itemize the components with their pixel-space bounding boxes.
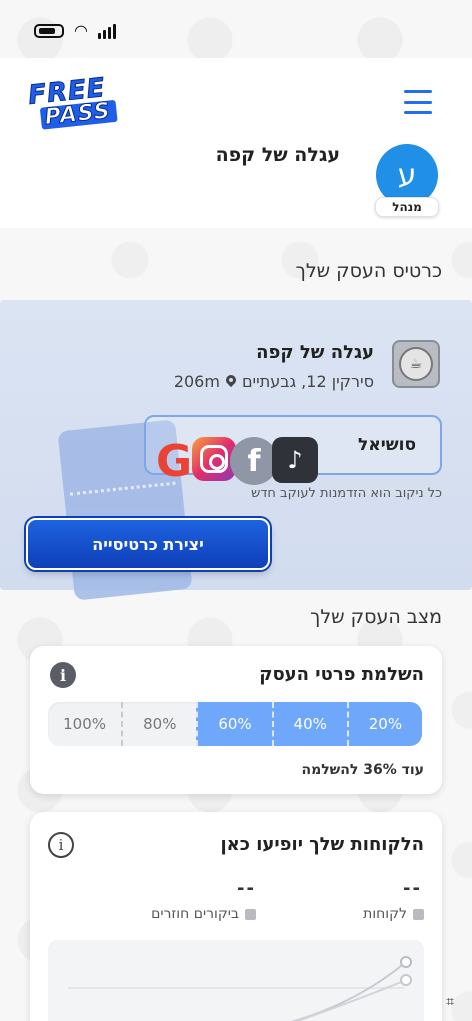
- legend-returning: ביקורים חוזרים: [151, 906, 256, 922]
- progress-step: 20%: [346, 702, 422, 746]
- info-outline-icon[interactable]: i: [48, 832, 74, 858]
- customers-card: הלקוחות שלך יופיעו כאן i -- -- לקוחות בי…: [30, 812, 442, 1021]
- status-bar: ◠: [34, 20, 154, 42]
- completion-note: עוד 36% להשלמה: [301, 762, 424, 778]
- avatar-letter: ע: [397, 157, 417, 193]
- progress-step: 40%: [271, 702, 347, 746]
- role-badge: מנהל: [375, 197, 439, 217]
- scan-icon[interactable]: ⌗: [438, 990, 462, 1014]
- social-label: סושיאל: [358, 435, 416, 455]
- completion-progress-bar: 20% 40% 60% 80% 100%: [48, 702, 422, 746]
- business-card-panel: ☕ עגלה של קפה סירקין 12, גבעתיים 206m סו…: [0, 300, 472, 601]
- facebook-icon[interactable]: f: [230, 437, 278, 485]
- legend-label: לקוחות: [363, 906, 407, 922]
- business-status-section-title: מצב העסק שלך: [310, 606, 442, 628]
- returning-visits-metric: --: [237, 878, 256, 899]
- social-box[interactable]: סושיאל G f ♪: [144, 415, 442, 487]
- progress-step: 80%: [121, 702, 196, 746]
- location-pin-icon: [226, 375, 236, 388]
- social-icons: G f ♪: [150, 436, 318, 487]
- page: ◠ FREE PASS ע מנהל עגלה של קפה כרטיס העס…: [0, 0, 472, 1021]
- tiktok-icon[interactable]: ♪: [272, 437, 318, 483]
- store-address: סירקין 12, גבעתיים 206m: [174, 372, 374, 391]
- social-hint: כל ניקוב הוא הזדמנות לעוקב חדש: [251, 486, 442, 501]
- create-punchcard-button[interactable]: יצירת כרטיסייה: [26, 518, 270, 570]
- legend-customers: לקוחות: [363, 906, 424, 922]
- completion-card: השלמת פרטי העסק i 20% 40% 60% 80% 100% ע…: [30, 646, 442, 794]
- app-logo[interactable]: FREE PASS: [26, 72, 125, 142]
- legend-swatch: [413, 908, 424, 920]
- hamburger-menu-icon[interactable]: [404, 90, 432, 114]
- signal-icon: [97, 23, 116, 39]
- store-name: עגלה של קפה: [256, 342, 374, 363]
- battery-icon: [34, 24, 64, 38]
- header: FREE PASS ע מנהל עגלה של קפה: [0, 58, 472, 228]
- business-card-section-title: כרטיס העסק שלך: [295, 260, 442, 282]
- logo-text-bottom: PASS: [39, 98, 118, 131]
- coffee-cart-icon: ☕: [399, 347, 433, 381]
- distance-text: 206m: [173, 372, 220, 391]
- completion-title: השלמת פרטי העסק: [259, 664, 424, 685]
- legend-swatch: [245, 908, 256, 920]
- progress-step: 60%: [196, 702, 272, 746]
- customers-chart-area: [48, 940, 424, 1021]
- customers-title: הלקוחות שלך יופיעו כאן: [220, 834, 424, 855]
- wifi-icon: ◠: [74, 21, 88, 40]
- address-text: סירקין 12, גבעתיים: [241, 372, 374, 391]
- store-logo: ☕: [392, 340, 440, 388]
- google-icon[interactable]: G: [150, 436, 198, 487]
- legend-label: ביקורים חוזרים: [151, 906, 239, 922]
- business-title: עגלה של קפה: [215, 144, 340, 166]
- chart-placeholder: [68, 956, 412, 1021]
- customers-metric: --: [403, 878, 422, 899]
- progress-step: 100%: [63, 715, 107, 733]
- info-icon[interactable]: i: [50, 662, 76, 688]
